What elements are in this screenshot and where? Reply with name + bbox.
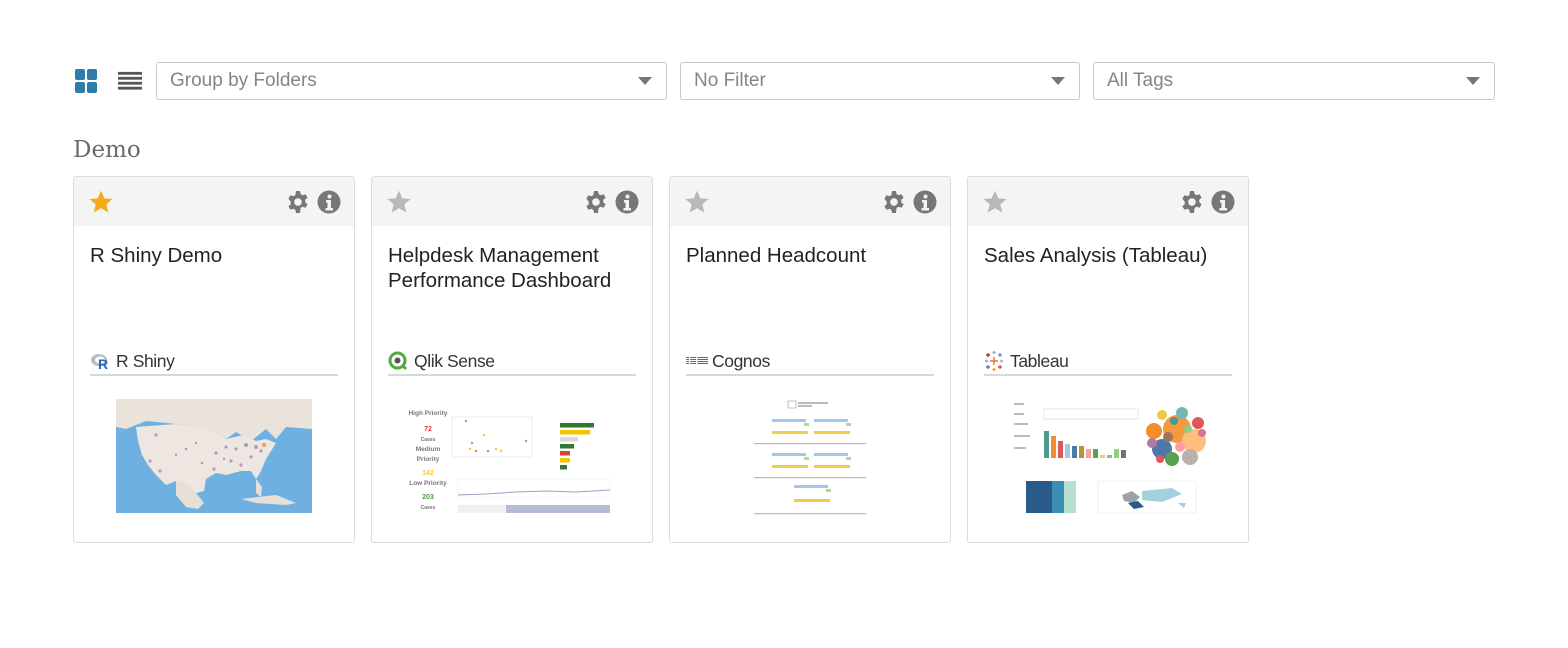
report-card[interactable]: Sales Analysis (Tableau) Tableau [967, 176, 1249, 543]
report-card[interactable]: R Shiny Demo R R Shiny [73, 176, 355, 543]
card-source: R R Shiny [90, 348, 338, 376]
source-label: R Shiny [116, 350, 175, 371]
us-map-thumbnail [116, 399, 312, 513]
gear-icon[interactable] [584, 190, 608, 214]
card-list: R Shiny Demo R R Shiny Helpdesk Manageme… [73, 176, 1265, 543]
ibm-logo-icon [686, 351, 708, 371]
list-icon [118, 71, 142, 90]
card-title[interactable]: Planned Headcount [686, 243, 936, 268]
chevron-down-icon [1466, 77, 1480, 85]
card-source: Cognos [686, 348, 934, 376]
card-title[interactable]: R Shiny Demo [90, 243, 340, 268]
sales-dashboard-thumbnail [1002, 399, 1214, 515]
toolbar: Group by Folders No Filter All Tags [74, 61, 1512, 101]
card-title[interactable]: Helpdesk Management Performance Dashboar… [388, 243, 638, 293]
favorite-star-icon[interactable] [386, 189, 412, 215]
headcount-report-thumbnail [752, 399, 868, 515]
tags-value: All Tags [1107, 70, 1174, 91]
thumb-high-label: High Priority [408, 410, 447, 417]
thumb-low-label: Low Priority [409, 480, 447, 487]
group-by-select[interactable]: Group by Folders [156, 62, 667, 100]
folder-title: Demo [73, 137, 141, 163]
gear-icon[interactable] [1180, 190, 1204, 214]
chevron-down-icon [638, 77, 652, 85]
filter-select[interactable]: No Filter [680, 62, 1080, 100]
helpdesk-dashboard-thumbnail: High Priority 72 Cases Medium Priority 1… [406, 399, 618, 515]
info-icon[interactable] [317, 190, 341, 214]
card-title[interactable]: Sales Analysis (Tableau) [984, 243, 1234, 268]
info-icon[interactable] [615, 190, 639, 214]
grid-view-button[interactable] [74, 67, 98, 95]
source-label: Cognos [712, 350, 770, 371]
qlik-logo-icon [388, 351, 410, 371]
r-shiny-logo-icon: R [90, 351, 112, 371]
info-icon[interactable] [913, 190, 937, 214]
thumb-medium-label-2: Priority [417, 456, 440, 463]
favorite-star-icon[interactable] [88, 189, 114, 215]
tags-select[interactable]: All Tags [1093, 62, 1495, 100]
chevron-down-icon [1051, 77, 1065, 85]
favorite-star-icon[interactable] [684, 189, 710, 215]
grid-icon [75, 69, 97, 93]
card-header [74, 177, 354, 226]
thumb-medium-label: Medium [416, 446, 441, 453]
source-label: Qlik Sense [414, 350, 495, 371]
thumb-medium-value: 142 [422, 470, 434, 477]
card-source: Tableau [984, 348, 1232, 376]
favorite-star-icon[interactable] [982, 189, 1008, 215]
report-card[interactable]: Planned Headcount Cognos [669, 176, 951, 543]
gear-icon[interactable] [286, 190, 310, 214]
thumb-high-value: 72 [424, 426, 432, 433]
info-icon[interactable] [1211, 190, 1235, 214]
list-view-button[interactable] [118, 67, 142, 95]
thumb-cases-label-2: Cases [421, 505, 436, 511]
card-header [968, 177, 1248, 226]
thumb-cases-label: Cases [421, 437, 436, 443]
group-by-value: Group by Folders [170, 70, 317, 91]
card-header [372, 177, 652, 226]
source-label: Tableau [1010, 350, 1069, 371]
svg-text:R: R [98, 356, 108, 370]
tableau-logo-icon [984, 351, 1006, 371]
card-header [670, 177, 950, 226]
card-source: Qlik Sense [388, 348, 636, 376]
gear-icon[interactable] [882, 190, 906, 214]
report-card[interactable]: Helpdesk Management Performance Dashboar… [371, 176, 653, 543]
filter-value: No Filter [694, 70, 766, 91]
thumb-low-value: 203 [422, 494, 434, 501]
